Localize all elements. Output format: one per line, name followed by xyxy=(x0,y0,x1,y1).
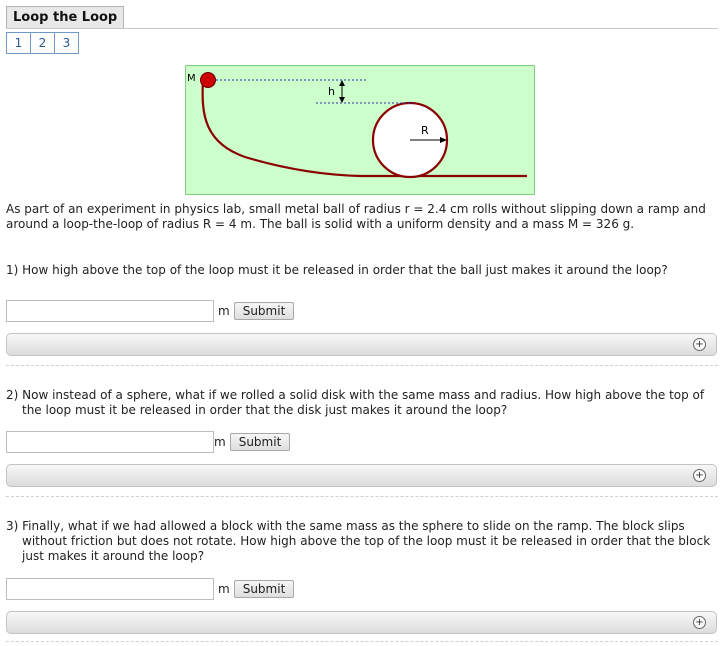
expand-icon[interactable]: + xyxy=(693,616,706,629)
question-1-text: 1) How high above the top of the loop mu… xyxy=(6,263,668,277)
answer-row-1: m Submit xyxy=(6,299,295,323)
page-link-1[interactable]: 1 xyxy=(6,32,31,54)
answer-row-3: m Submit xyxy=(6,577,295,601)
app-title: Loop the Loop xyxy=(6,6,125,29)
page-nav: 1 2 3 xyxy=(6,32,79,54)
answer-input-1[interactable] xyxy=(6,300,214,322)
unit-label-1: m xyxy=(218,304,230,318)
submit-button-3[interactable]: Submit xyxy=(233,580,295,598)
unit-label-3: m xyxy=(218,582,230,596)
mass-label: M xyxy=(187,73,196,84)
expand-icon[interactable]: + xyxy=(693,469,706,482)
answer-input-2[interactable] xyxy=(6,431,214,453)
question-3-text: 3) Finally, what if we had allowed a blo… xyxy=(6,519,711,563)
radius-label: R xyxy=(421,124,429,137)
section-divider xyxy=(6,365,718,366)
submit-button-2[interactable]: Submit xyxy=(229,433,291,451)
hint-bar-1[interactable]: + xyxy=(6,333,717,356)
loop-diagram: h R M xyxy=(185,65,535,195)
height-label: h xyxy=(328,85,335,98)
page-link-3[interactable]: 3 xyxy=(54,32,79,54)
page-link-2[interactable]: 2 xyxy=(30,32,55,54)
title-divider xyxy=(6,28,718,29)
ball xyxy=(200,72,216,88)
answer-row-2: m Submit xyxy=(6,430,291,454)
unit-label-2: m xyxy=(214,435,226,449)
hint-bar-3[interactable]: + xyxy=(6,611,717,634)
answer-input-3[interactable] xyxy=(6,578,214,600)
problem-intro: As part of an experiment in physics lab,… xyxy=(6,202,706,231)
submit-button-1[interactable]: Submit xyxy=(233,302,295,320)
section-divider xyxy=(6,496,718,497)
expand-icon[interactable]: + xyxy=(693,338,706,351)
section-divider xyxy=(6,641,718,642)
question-2-text: 2) Now instead of a sphere, what if we r… xyxy=(6,388,705,417)
hint-bar-2[interactable]: + xyxy=(6,464,717,487)
